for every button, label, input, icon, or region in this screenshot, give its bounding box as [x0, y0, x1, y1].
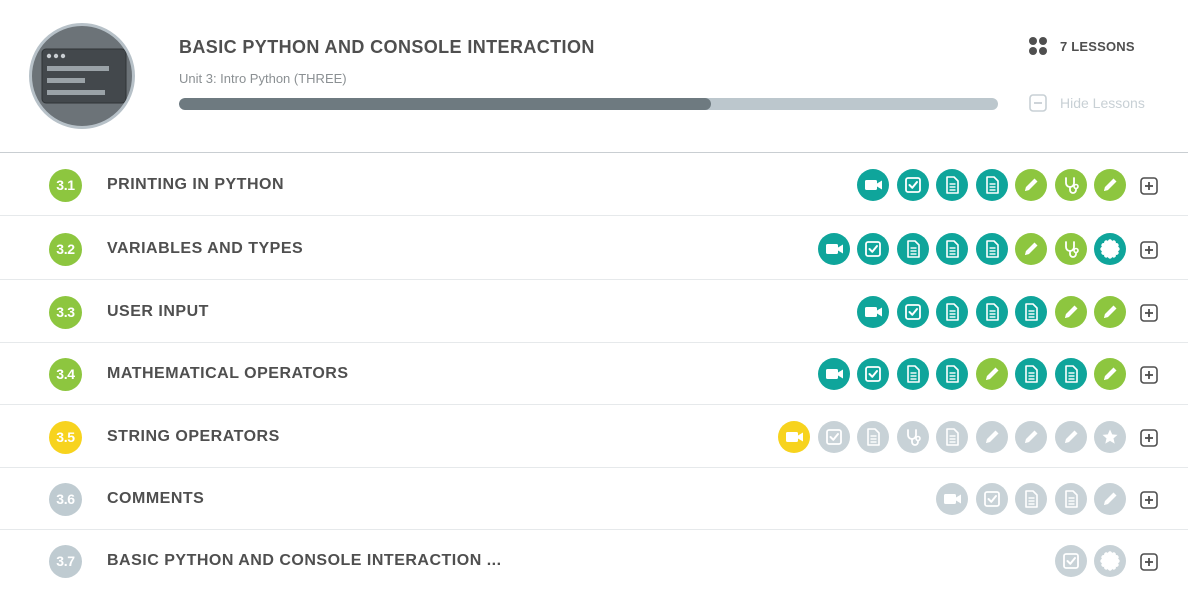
document-icon[interactable] [936, 421, 968, 453]
video-camera-icon[interactable] [857, 296, 889, 328]
document-icon[interactable] [896, 233, 929, 265]
stethoscope-icon[interactable] [896, 421, 929, 453]
lesson-row[interactable]: 3.5 STRING OPERATORS [0, 406, 1188, 468]
video-camera-icon[interactable] [778, 421, 810, 453]
activity-list [0, 358, 1188, 390]
pencil-icon[interactable] [1015, 421, 1047, 453]
expand-icon[interactable] [1140, 491, 1158, 509]
lesson-row[interactable]: 3.2 VARIABLES AND TYPES [0, 218, 1188, 280]
document-icon[interactable] [975, 233, 1008, 265]
unit-progress-fill [179, 98, 712, 110]
document-icon[interactable] [975, 169, 1008, 201]
activity-list [0, 169, 1188, 201]
checkbox-icon[interactable] [817, 421, 850, 453]
star-icon[interactable] [1094, 421, 1126, 453]
pencil-icon[interactable] [1054, 421, 1087, 453]
document-icon[interactable] [936, 233, 968, 265]
pencil-icon[interactable] [1094, 483, 1126, 515]
expand-icon[interactable] [1140, 304, 1158, 322]
activity-list [0, 545, 1188, 577]
document-icon[interactable] [1054, 483, 1087, 515]
expand-icon[interactable] [1140, 366, 1158, 384]
activity-list [0, 483, 1188, 515]
checkbox-icon[interactable] [857, 358, 889, 390]
document-icon[interactable] [1054, 358, 1087, 390]
pencil-icon[interactable] [1054, 296, 1087, 328]
pencil-icon[interactable] [1094, 296, 1126, 328]
pencil-icon[interactable] [1015, 233, 1047, 265]
document-icon[interactable] [896, 358, 929, 390]
expand-icon[interactable] [1140, 177, 1158, 195]
lesson-count-label: 7 LESSONS [1060, 38, 1135, 54]
lesson-row[interactable]: 3.6 COMMENTS [0, 468, 1188, 530]
unit-header: BASIC PYTHON AND CONSOLE INTERACTION Uni… [0, 0, 1188, 153]
browser-window-icon [29, 23, 135, 129]
pencil-icon[interactable] [1015, 169, 1047, 201]
activity-list [0, 421, 1188, 453]
hide-lessons-label: Hide Lessons [1060, 95, 1145, 111]
video-camera-icon[interactable] [936, 483, 968, 515]
video-camera-icon[interactable] [817, 233, 850, 265]
unit-title: BASIC PYTHON AND CONSOLE INTERACTION [179, 37, 595, 57]
expand-icon[interactable] [1140, 553, 1158, 571]
document-icon[interactable] [975, 296, 1008, 328]
stethoscope-icon[interactable] [1054, 169, 1087, 201]
hide-lessons-button[interactable]: Hide Lessons [1029, 94, 1145, 112]
expand-icon[interactable] [1140, 429, 1158, 447]
checkbox-icon[interactable] [896, 169, 929, 201]
stethoscope-icon[interactable] [1054, 233, 1087, 265]
collapse-icon [1029, 94, 1047, 112]
lesson-row[interactable]: 3.1 PRINTING IN PYTHON [0, 154, 1188, 216]
document-icon[interactable] [1015, 483, 1047, 515]
document-icon[interactable] [936, 296, 968, 328]
pencil-icon[interactable] [975, 421, 1008, 453]
lesson-row[interactable]: 3.4 MATHEMATICAL OPERATORS [0, 343, 1188, 405]
checkbox-icon[interactable] [857, 233, 889, 265]
video-camera-icon[interactable] [857, 169, 889, 201]
activity-list [0, 233, 1188, 265]
activity-list [0, 296, 1188, 328]
lesson-row[interactable]: 3.7 BASIC PYTHON AND CONSOLE INTERACTION … [0, 530, 1188, 592]
document-icon[interactable] [1015, 296, 1047, 328]
pencil-icon[interactable] [975, 358, 1008, 390]
document-icon[interactable] [936, 169, 968, 201]
checkbox-icon[interactable] [896, 296, 929, 328]
badge-icon[interactable] [1094, 233, 1126, 265]
checkbox-icon[interactable] [1054, 545, 1087, 577]
document-icon[interactable] [1015, 358, 1047, 390]
lesson-count: 7 LESSONS [1028, 36, 1135, 56]
document-icon[interactable] [857, 421, 889, 453]
video-camera-icon[interactable] [817, 358, 850, 390]
badge-icon[interactable] [1094, 545, 1126, 577]
expand-icon[interactable] [1140, 241, 1158, 259]
lesson-row[interactable]: 3.3 USER INPUT [0, 281, 1188, 343]
checkbox-icon[interactable] [975, 483, 1008, 515]
unit-progress-bar [179, 98, 998, 110]
pencil-icon[interactable] [1094, 169, 1126, 201]
pencil-icon[interactable] [1094, 358, 1126, 390]
unit-subtitle: Unit 3: Intro Python (THREE) [179, 71, 347, 86]
grid-dots-icon [1029, 37, 1047, 55]
document-icon[interactable] [936, 358, 968, 390]
